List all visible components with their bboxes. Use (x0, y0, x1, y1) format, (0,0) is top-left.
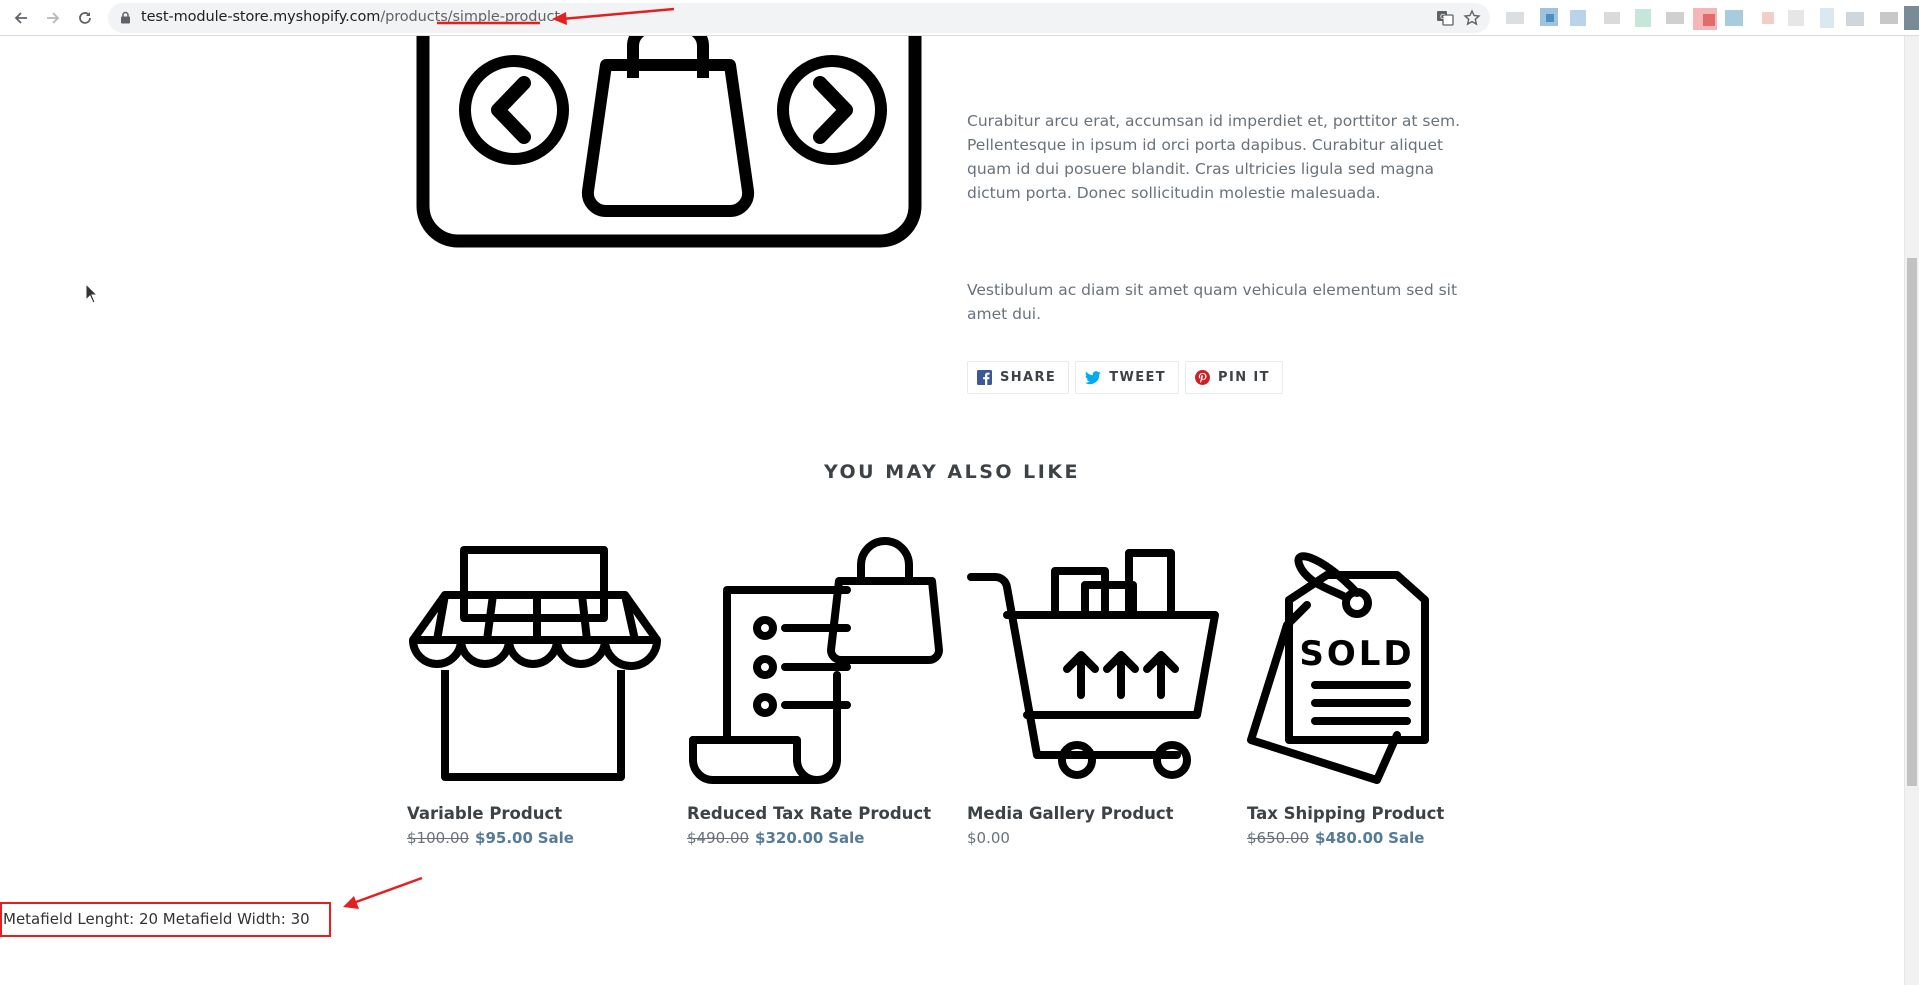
sale-price: $95.00 (475, 829, 533, 847)
product-card[interactable]: Reduced Tax Rate Product $490.00 $320.00 … (687, 535, 947, 847)
extensions-area (1500, 6, 1919, 30)
metafield-arrow-annotation (355, 876, 423, 904)
sale-price: $320.00 (755, 829, 824, 847)
back-arrow-icon (14, 12, 27, 24)
product-card-price: $490.00 $320.00 Sale (687, 829, 864, 847)
receipt-bag-icon[interactable] (687, 535, 947, 790)
product-card[interactable]: Variable Product $100.00 $95.00 Sale (407, 535, 667, 847)
compare-at-price: $650.00 (1247, 829, 1310, 847)
facebook-icon (977, 370, 992, 385)
product-description-paragraph-1: Curabitur arcu erat, accumsan id imperdi… (967, 112, 1461, 202)
url-path: /products/simple-product (380, 9, 560, 25)
reload-icon (79, 12, 91, 24)
product-main-image[interactable] (410, 36, 930, 276)
product-card-title[interactable]: Reduced Tax Rate Product (687, 804, 931, 823)
recommendations-title: YOU MAY ALSO LIKE (823, 461, 1081, 483)
product-card-title[interactable]: Media Gallery Product (967, 804, 1174, 823)
sale-badge: Sale (1388, 829, 1425, 847)
regular-price: $0.00 (967, 829, 1010, 847)
metafield-output: Metafield Lenght: 20 Metafield Width: 30 (0, 902, 331, 937)
forward-button[interactable] (39, 4, 67, 32)
pinterest-share-button[interactable]: PIN IT (1185, 361, 1283, 394)
page-scrollbar-thumb[interactable] (1907, 258, 1917, 786)
url-text: test-module-store.myshopify.com/products… (141, 9, 560, 25)
svg-text:G: G (1440, 13, 1445, 21)
browser-toolbar: test-module-store.myshopify.com/products… (0, 0, 1919, 36)
share-label: SHARE (1000, 370, 1057, 385)
twitter-icon (1085, 370, 1102, 384)
compare-at-price: $490.00 (687, 829, 750, 847)
shopping-bag-carousel-icon (416, 36, 922, 248)
product-card-price: $650.00 $480.00 Sale (1247, 829, 1424, 847)
twitter-share-button[interactable]: TWEET (1075, 361, 1180, 394)
product-card-price: $100.00 $95.00 Sale (407, 829, 574, 847)
mouse-cursor-icon (85, 283, 99, 304)
sold-tag-icon[interactable]: SOLD (1247, 535, 1507, 790)
pin-label: PIN IT (1218, 370, 1270, 385)
storefront-icon[interactable] (407, 535, 667, 790)
metafield-text: Metafield Lenght: 20 Metafield Width: 30 (3, 910, 310, 928)
address-bar[interactable]: test-module-store.myshopify.com/products… (108, 3, 1490, 33)
url-host: test-module-store.myshopify.com (141, 9, 381, 25)
tweet-label: TWEET (1109, 370, 1167, 385)
sale-price: $480.00 (1315, 829, 1384, 847)
back-button[interactable] (7, 4, 35, 32)
facebook-share-button[interactable]: SHARE (967, 361, 1070, 394)
sale-badge: Sale (537, 829, 574, 847)
product-card-title[interactable]: Tax Shipping Product (1247, 804, 1444, 823)
annotation-overlay (343, 7, 675, 909)
metafield-arrowhead-icon (343, 896, 359, 909)
product-card-title[interactable]: Variable Product (407, 804, 562, 823)
shopping-cart-icon[interactable] (967, 535, 1227, 790)
product-description-paragraph-2: Vestibulum ac diam sit amet quam vehicul… (967, 281, 1458, 323)
sold-tag-text: SOLD (1299, 634, 1414, 674)
forward-arrow-icon (47, 12, 60, 24)
compare-at-price: $100.00 (407, 829, 470, 847)
pinterest-icon (1195, 370, 1211, 385)
bookmark-star-icon[interactable] (1463, 9, 1481, 27)
lock-icon (121, 11, 130, 24)
sale-badge: Sale (828, 829, 865, 847)
social-sharing: SHARE TWEET PIN IT (967, 361, 1283, 394)
product-card[interactable]: Media Gallery Product $0.00 (967, 535, 1227, 847)
reload-button[interactable] (71, 4, 99, 32)
product-card[interactable]: SOLD Tax Shipping Product $650.00 $480.00… (1247, 535, 1507, 847)
translate-icon[interactable]: G (1436, 9, 1454, 27)
product-card-price: $0.00 (967, 829, 1010, 847)
